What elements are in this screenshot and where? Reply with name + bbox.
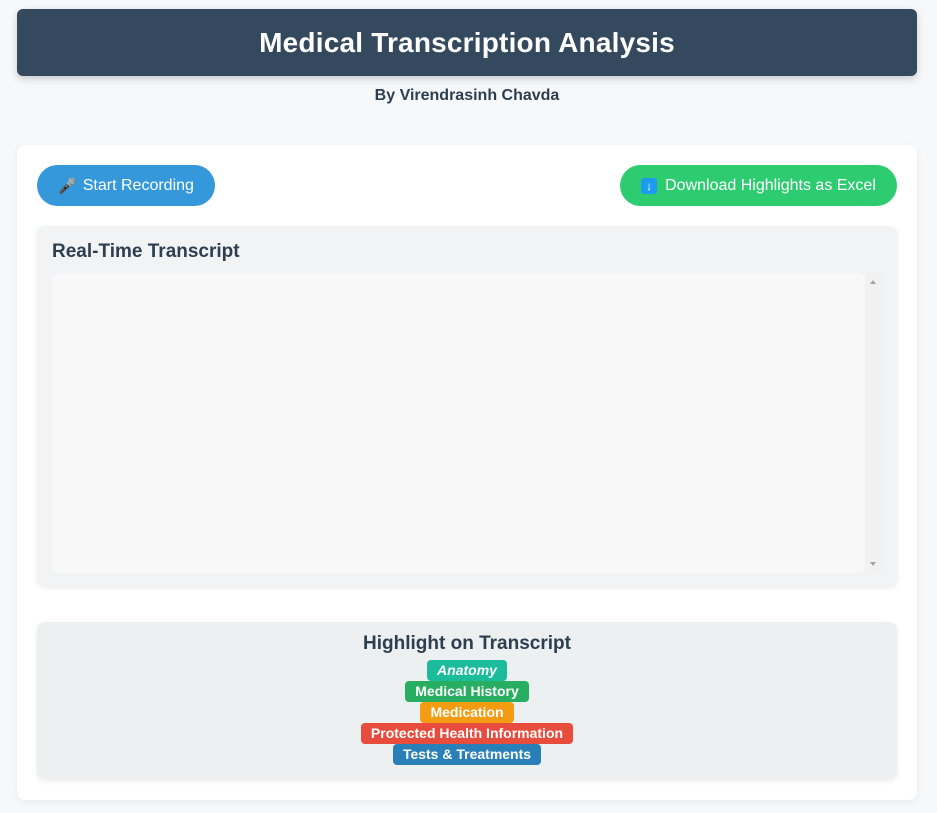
transcript-heading: Real-Time Transcript [52, 241, 240, 262]
main-card: 🎤 Start Recording ↓ Download Highlights … [17, 145, 917, 800]
scroll-up-arrow-icon[interactable] [870, 280, 876, 284]
legend-tag-anatomy: Anatomy [427, 660, 507, 681]
legend-tag-tests-treatments: Tests & Treatments [392, 744, 542, 765]
app-header: Medical Transcription Analysis [17, 9, 917, 76]
highlight-legend: Anatomy Medical History Medication Protecte… [37, 660, 897, 765]
highlight-heading: Highlight on Transcript [363, 633, 571, 654]
start-recording-button[interactable]: 🎤 Start Recording [37, 165, 215, 206]
highlight-legend-panel: Highlight on Transcript Anatomy Medical H… [37, 622, 897, 779]
legend-tag-medical-history: Medical History [405, 681, 529, 702]
page-title: Medical Transcription Analysis [259, 26, 675, 58]
download-excel-button[interactable]: ↓ Download Highlights as Excel [620, 165, 897, 206]
download-arrow-icon: ↓ [641, 177, 658, 194]
scroll-down-arrow-icon[interactable] [870, 562, 876, 566]
author-byline: By Virendrasinh Chavda [374, 87, 560, 104]
microphone-icon: 🎤 [58, 177, 77, 195]
legend-tag-protected-health-information: Protected Health Information [360, 723, 574, 744]
transcript-panel: Real-Time Transcript [37, 226, 897, 586]
download-excel-label: Download Highlights as Excel [665, 176, 876, 194]
legend-tag-medication: Medication [420, 702, 514, 723]
transcript-text-area[interactable] [52, 273, 865, 573]
start-recording-label: Start Recording [82, 176, 194, 194]
transcript-scrollbar[interactable] [865, 273, 882, 573]
